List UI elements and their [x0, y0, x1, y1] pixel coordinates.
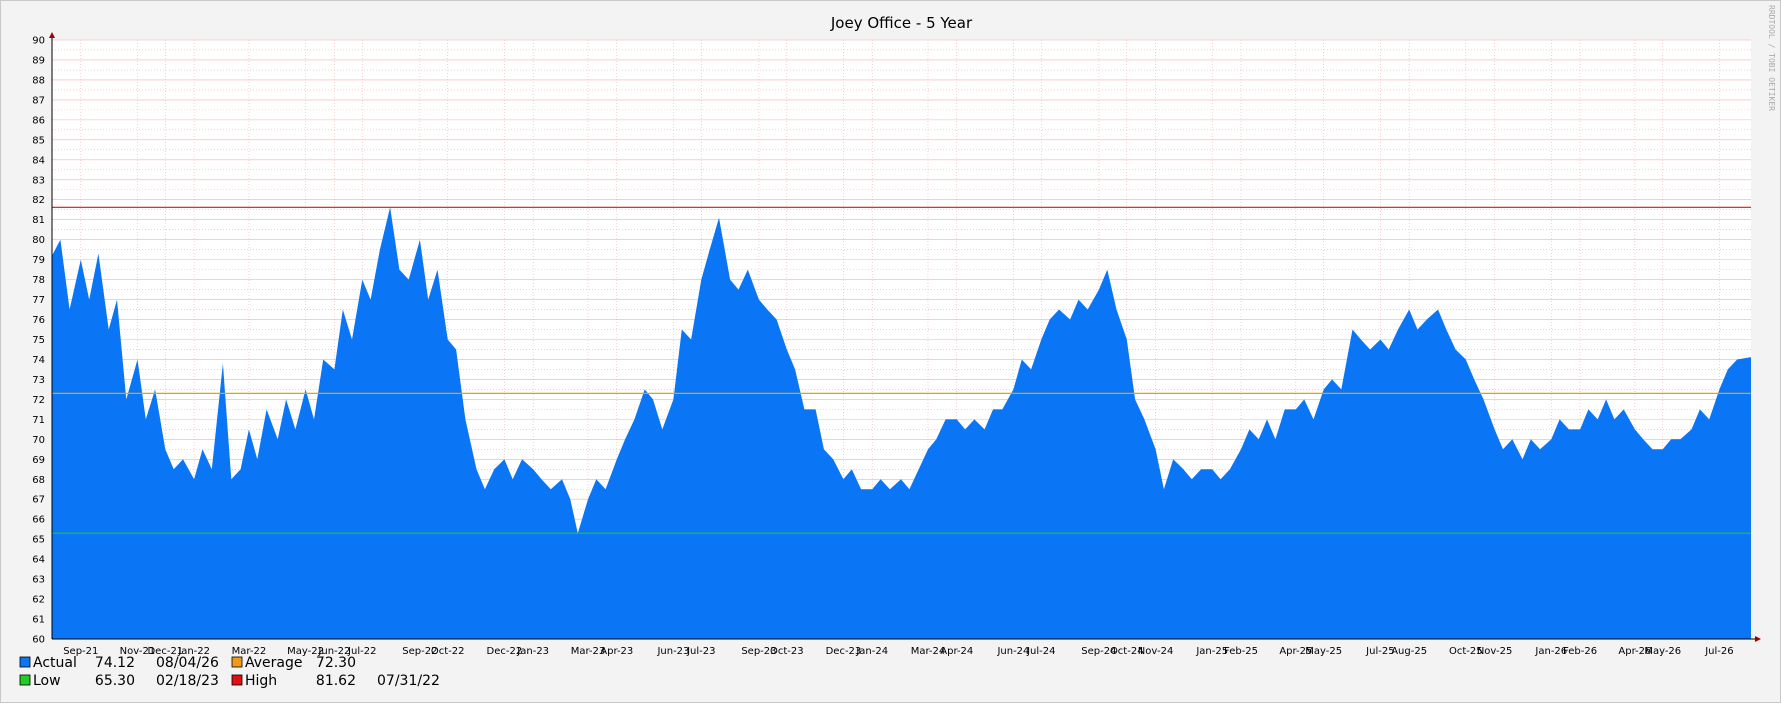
y-tick-label: 81: [32, 215, 45, 226]
y-tick-label: 82: [32, 195, 45, 206]
chart-canvas: Joey Office - 5 Year RRDTOOL / TOBI OETI…: [19, 5, 1776, 689]
y-tick-label: 85: [32, 135, 45, 146]
y-axis-arrow: [49, 32, 55, 38]
y-tick-label: 60: [32, 635, 45, 646]
legend: Actual 74.12 08/04/26 Average 72.30 Low 65.30 0…: [19, 655, 440, 689]
legend-swatch-high: [231, 674, 243, 686]
legend-swatch-average: [231, 656, 243, 668]
y-tick-label: 77: [32, 295, 45, 306]
x-tick-label: Jul-25: [1365, 646, 1394, 657]
y-tick-label: 66: [32, 515, 45, 526]
legend-value-actual: 74.12: [95, 655, 135, 671]
legend-label-low: Low: [33, 673, 61, 689]
y-tick-label: 90: [32, 36, 45, 47]
y-tick-label: 69: [32, 455, 45, 466]
x-tick-label: Apr-24: [940, 646, 973, 657]
x-tick-label: Feb-25: [1224, 646, 1258, 657]
y-tick-label: 73: [32, 375, 45, 386]
y-tick-label: 68: [32, 475, 45, 486]
y-tick-label: 72: [32, 395, 45, 406]
y-tick-label: 79: [32, 255, 45, 266]
y-tick-label: 71: [32, 415, 45, 426]
legend-value-high: 81.62: [316, 673, 356, 689]
y-tick-label: 86: [32, 115, 45, 126]
y-tick-label: 65: [32, 535, 45, 546]
legend-value-low: 65.30: [95, 673, 135, 689]
y-tick-label: 80: [32, 235, 45, 246]
x-tick-label: May-25: [1305, 646, 1342, 657]
y-tick-label: 67: [32, 495, 45, 506]
watermark-text: RRDTOOL / TOBI OETIKER: [1767, 5, 1776, 111]
x-tick-label: May-26: [1644, 646, 1681, 657]
x-tick-label: Oct-22: [431, 646, 465, 657]
x-tick-label: Nov-25: [1477, 646, 1513, 657]
y-tick-labels: 60 61 62 63 64 65 66 67 68 69 70 71 72 73 74 75 76 77 78 79…: [32, 36, 45, 646]
y-tick-label: 84: [32, 155, 45, 166]
x-tick-label: Jun-23: [656, 646, 689, 657]
x-tick-label: Feb-26: [1563, 646, 1597, 657]
y-tick-label: 62: [32, 595, 45, 606]
legend-label-high: High: [245, 673, 277, 689]
legend-swatch-actual: [19, 656, 31, 668]
chart-title: Joey Office - 5 Year: [830, 14, 973, 32]
x-tick-label: Jul-24: [1026, 646, 1055, 657]
x-tick-label: Aug-25: [1391, 646, 1427, 657]
x-tick-label: Jan-24: [855, 646, 888, 657]
legend-date-low: 02/18/23: [156, 673, 219, 689]
x-tick-label: Jun-24: [996, 646, 1029, 657]
y-tick-label: 61: [32, 615, 45, 626]
legend-value-average: 72.30: [316, 655, 356, 671]
legend-swatch-low: [19, 674, 31, 686]
y-tick-label: 63: [32, 575, 45, 586]
y-tick-label: 89: [32, 55, 45, 66]
x-tick-label: Jul-23: [686, 646, 715, 657]
legend-label-actual: Actual: [33, 655, 77, 671]
y-tick-label: 88: [32, 75, 45, 86]
y-tick-label: 83: [32, 175, 45, 186]
y-tick-label: 75: [32, 335, 45, 346]
x-axis-arrow: [1755, 636, 1761, 642]
y-tick-label: 78: [32, 275, 45, 286]
legend-label-average: Average: [245, 655, 303, 671]
y-tick-label: 87: [32, 95, 45, 106]
x-tick-label: Nov-24: [1138, 646, 1174, 657]
x-tick-label: Jan-23: [516, 646, 549, 657]
y-tick-label: 74: [32, 355, 45, 366]
chart-frame: Joey Office - 5 Year RRDTOOL / TOBI OETI…: [0, 0, 1781, 703]
legend-date-actual: 08/04/26: [156, 655, 219, 671]
x-tick-label: Oct-23: [770, 646, 804, 657]
y-tick-label: 64: [32, 555, 45, 566]
y-tick-label: 76: [32, 315, 45, 326]
x-tick-label: Jul-26: [1704, 646, 1733, 657]
y-tick-label: 70: [32, 435, 45, 446]
x-tick-label: Apr-23: [600, 646, 633, 657]
x-tick-labels: Sep-21 Nov-21Dec-21Jan-22 Mar-22 May-22Jun-…: [63, 646, 1733, 657]
legend-date-high: 07/31/22: [377, 673, 440, 689]
